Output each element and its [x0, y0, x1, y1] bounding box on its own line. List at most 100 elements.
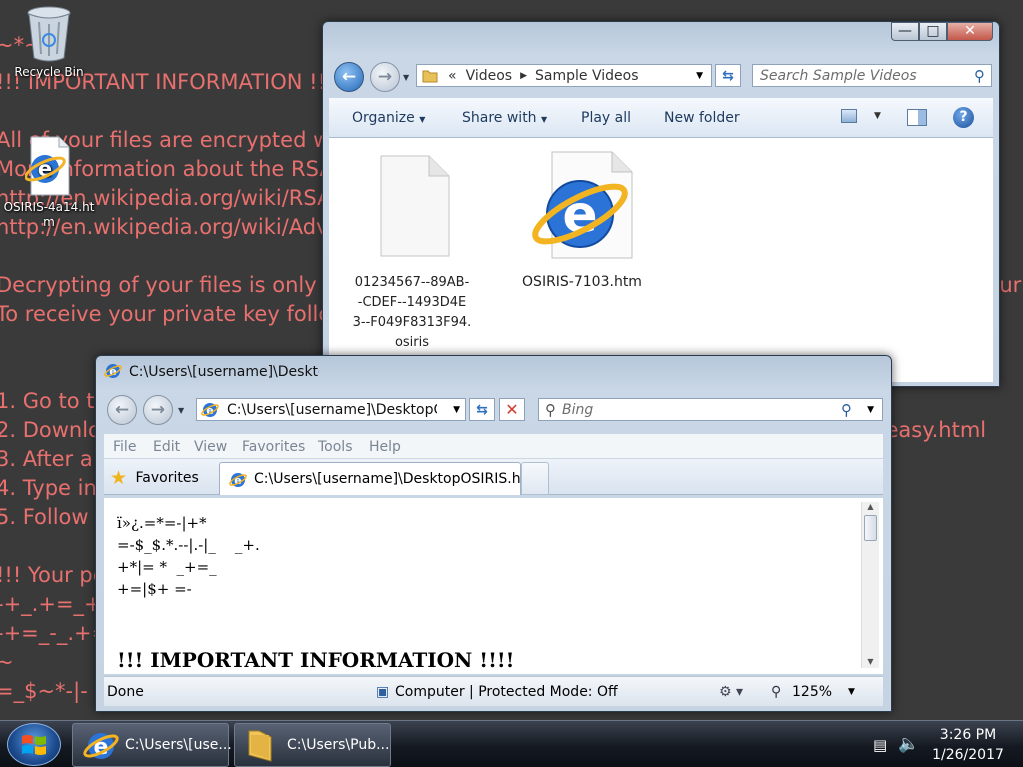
desktop-icon-label: OSIRIS-4a14.htm — [3, 200, 95, 229]
content-line: +=|$+ =- — [117, 580, 192, 598]
address-bar[interactable]: « Videos ▶ Sample Videos ▼ — [416, 64, 712, 87]
zoom-level[interactable]: 125% — [792, 684, 832, 700]
scroll-down-icon[interactable]: ▼ — [862, 657, 879, 666]
folder-icon — [248, 730, 272, 762]
chevron-down-icon[interactable]: ▼ — [696, 71, 703, 81]
refresh-button[interactable]: ⇆ — [715, 64, 741, 87]
zoom-icon: ⚲ — [771, 684, 782, 700]
forward-button[interactable]: → — [370, 62, 400, 92]
search-provider-icon: ⚲ — [545, 400, 556, 419]
tab-current-page[interactable]: e C:\Users\[username]\DesktopOSIRIS.h... — [219, 462, 534, 495]
wallpaper-line: ~ — [0, 650, 14, 674]
menu-file[interactable]: File — [113, 439, 136, 455]
favorites-button[interactable]: ★ Favorites — [110, 467, 199, 489]
content-line: ï»¿.=*=-|+* — [117, 514, 207, 532]
breadcrumb-separator-icon: ▶ — [520, 70, 528, 81]
breadcrumb-sample-videos[interactable]: Sample Videos — [535, 68, 638, 84]
start-button[interactable] — [7, 723, 61, 766]
windows-logo-icon — [22, 735, 46, 755]
vertical-scrollbar[interactable]: ▲ ▼ — [861, 502, 879, 668]
stop-icon: ✕ — [505, 400, 519, 419]
desktop-icon-osiris-htm[interactable]: e OSIRIS-4a14.htm — [1, 135, 97, 230]
zoom-dropdown-icon[interactable]: ▼ — [848, 687, 855, 697]
volume-icon[interactable]: 🔈 — [898, 734, 919, 754]
search-placeholder: Bing — [562, 401, 594, 418]
new-folder-button[interactable]: New folder — [664, 110, 740, 126]
breadcrumb-prefix: « — [448, 67, 457, 84]
ie-logo-icon: e — [104, 364, 122, 378]
ie-document-icon: e — [532, 151, 633, 259]
file-item-osiris-encrypted[interactable]: 01234567--89AB- -CDEF--1493D4E 3--F049F8… — [352, 152, 472, 353]
menu-help[interactable]: Help — [369, 439, 401, 455]
taskbar-button-ie[interactable]: e C:\Users\[use... — [72, 723, 232, 767]
status-bar: Done ▣ Computer | Protected Mode: Off ⚙ … — [104, 676, 883, 706]
network-icon[interactable]: ▤ — [873, 736, 887, 754]
page-content: ï»¿.=*=-|+* =-$_$.*.--|.-|_ _+. +*|= * _… — [104, 498, 883, 674]
wallpaper-line: =_$~*-|- — [0, 679, 88, 703]
window-title: C:\Users\[username]\DesktopOSIRIS-4a14.h… — [129, 364, 319, 380]
taskbar-button-label: C:\Users\[use... — [125, 737, 232, 753]
address-bar[interactable]: e C:\Users\[username]\DesktopOS ▼ — [196, 398, 466, 421]
menu-view[interactable]: View — [194, 439, 227, 455]
search-icon[interactable]: ⚲ — [841, 401, 852, 419]
arrow-right-icon: → — [150, 400, 166, 420]
menu-edit[interactable]: Edit — [153, 439, 180, 455]
address-text[interactable]: C:\Users\[username]\DesktopOS — [227, 402, 437, 418]
content-line: +*|= * _+=_ — [117, 558, 217, 576]
arrow-right-icon: → — [377, 67, 393, 87]
menu-favorites[interactable]: Favorites — [242, 439, 305, 455]
forward-button[interactable]: → — [143, 395, 173, 425]
status-text: Done — [107, 684, 144, 700]
help-icon[interactable]: ? — [953, 107, 974, 128]
recent-pages-dropdown[interactable]: ▼ — [403, 73, 409, 82]
minimize-button[interactable]: — — [891, 22, 919, 41]
content-heading: !!! IMPORTANT INFORMATION !!!! — [117, 648, 515, 672]
refresh-button[interactable]: ⇆ — [469, 398, 495, 421]
security-zone-text: Computer | Protected Mode: Off — [395, 684, 618, 700]
menu-tools[interactable]: Tools — [318, 439, 353, 455]
recent-pages-dropdown[interactable]: ▼ — [178, 406, 184, 415]
folder-icon — [422, 70, 438, 82]
file-name: OSIRIS-7103.htm — [522, 274, 642, 290]
views-dropdown-icon[interactable]: ▼ — [874, 111, 881, 121]
maximize-button[interactable]: □ — [919, 22, 947, 41]
preview-pane-icon[interactable] — [907, 109, 927, 126]
close-button[interactable]: ✕ — [947, 22, 993, 41]
stop-button[interactable]: ✕ — [499, 398, 525, 421]
tab-title: C:\Users\[username]\DesktopOSIRIS.h... — [254, 471, 534, 487]
arrow-left-icon: ← — [341, 67, 357, 87]
share-with-menu[interactable]: Share with ▼ — [462, 110, 547, 126]
ie-document-icon: e — [24, 136, 70, 196]
clock-date[interactable]: 1/26/2017 — [923, 747, 1013, 763]
chevron-down-icon[interactable]: ▼ — [867, 405, 874, 415]
breadcrumb-videos[interactable]: Videos — [466, 68, 513, 84]
content-line: =-$_$.*.--|.-|_ _+. — [117, 536, 260, 554]
taskbar: e C:\Users\[use... C:\Users\Pub... ▤ 🔈 3… — [0, 720, 1023, 767]
new-tab-button[interactable] — [521, 462, 549, 495]
search-icon[interactable]: ⚲ — [974, 67, 985, 85]
refresh-icon: ⇆ — [722, 67, 734, 84]
play-all-button[interactable]: Play all — [581, 110, 631, 126]
organize-menu[interactable]: Organize ▼ — [352, 110, 425, 126]
tracking-protection-icon[interactable]: ⚙ ▾ — [719, 684, 743, 700]
desktop-icon-recycle-bin[interactable]: Recycle Bin — [1, 4, 97, 80]
explorer-window[interactable]: — □ ✕ ← → ▼ « Videos ▶ Sample Videos ▼ ⇆… — [322, 21, 1000, 387]
search-input[interactable]: ⚲ Bing ⚲ ▼ — [538, 398, 883, 421]
chevron-down-icon[interactable]: ▼ — [453, 405, 460, 415]
desktop-icon-label: Recycle Bin — [14, 65, 84, 79]
taskbar-button-explorer[interactable]: C:\Users\Pub... — [234, 723, 391, 767]
search-placeholder: Search Sample Videos — [760, 67, 917, 84]
clock-time[interactable]: 3:26 PM — [923, 727, 1013, 743]
window-caption-buttons: — □ ✕ — [891, 22, 993, 42]
back-button[interactable]: ← — [334, 62, 364, 92]
scroll-thumb[interactable] — [864, 515, 877, 541]
search-input[interactable]: Search Sample Videos ⚲ — [752, 64, 992, 87]
back-button[interactable]: ← — [107, 395, 137, 425]
file-item-osiris-htm[interactable]: e OSIRIS-7103.htm — [522, 148, 642, 292]
arrow-left-icon: ← — [114, 400, 130, 420]
ie-window[interactable]: e C:\Users\[username]\DesktopOSIRIS-4a14… — [95, 355, 892, 712]
scroll-up-icon[interactable]: ▲ — [862, 502, 879, 511]
ie-page-icon: e — [201, 402, 219, 417]
views-icon[interactable] — [841, 109, 857, 123]
system-tray: ▤ 🔈 3:26 PM 1/26/2017 — [853, 721, 1023, 767]
